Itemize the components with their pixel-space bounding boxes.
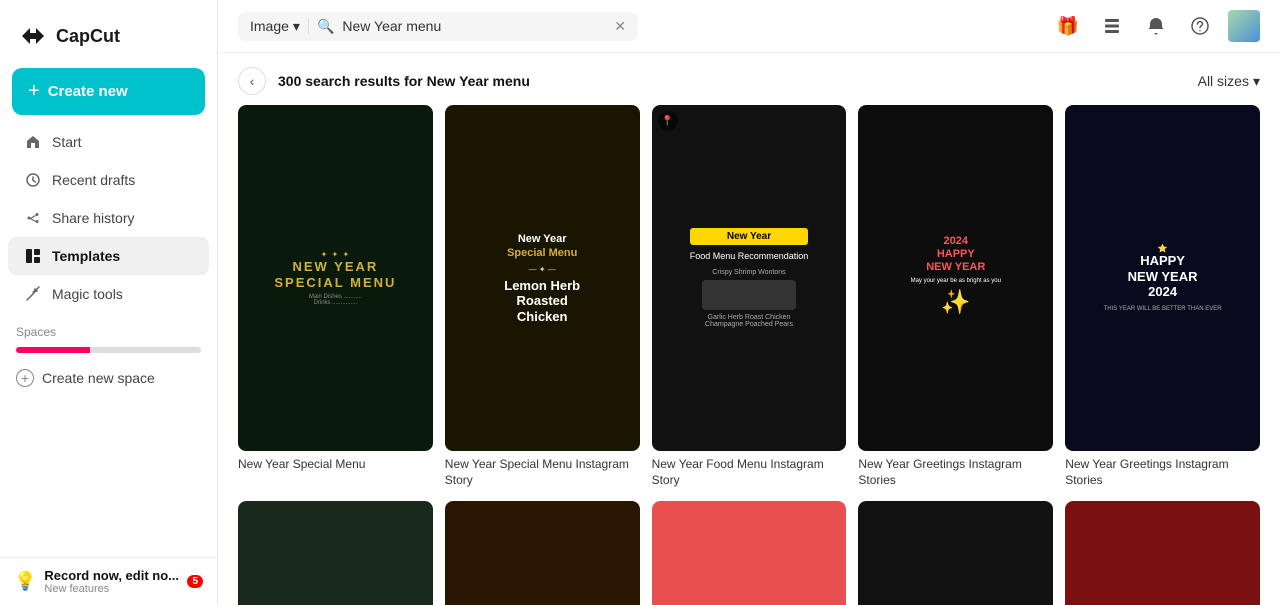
- bell-icon-button[interactable]: [1140, 10, 1172, 42]
- sidebar-item-magic[interactable]: Magic tools: [8, 275, 209, 313]
- notification-badge: 5: [187, 575, 203, 588]
- sidebar-item-magic-label: Magic tools: [52, 286, 123, 302]
- template-card-6[interactable]: 2024 HAPPYNEW YEAR 🎄 Happy New Year 2024: [238, 501, 433, 605]
- template-thumb-9: CAPCUT SHOP PRESENTS NEW YEARSALE: [858, 501, 1053, 605]
- home-icon: [24, 133, 42, 151]
- template-card-5[interactable]: ⭐ HAPPYNEW YEAR2024 THIS YEAR WILL BE BE…: [1065, 105, 1260, 489]
- results-count-text: 300 search results for New Year menu: [278, 73, 530, 89]
- sidebar-item-start[interactable]: Start: [8, 123, 209, 161]
- results-area: ‹ 300 search results for New Year menu A…: [218, 53, 1280, 605]
- notification-bulb-icon: 💡: [14, 571, 36, 592]
- template-label-2: New Year Special Menu Instagram Story: [445, 457, 640, 488]
- create-space-label: Create new space: [42, 370, 155, 386]
- template-card-2[interactable]: New YearSpecial Menu — ✦ — Lemon HerbRoa…: [445, 105, 640, 489]
- template-thumb-2: New YearSpecial Menu — ✦ — Lemon HerbRoa…: [445, 105, 640, 451]
- template-thumb-10: NEW YEARSPECIAL MENU Enjoy the Spectacul…: [1065, 501, 1260, 605]
- gift-icon-button[interactable]: 🎁: [1052, 10, 1084, 42]
- notification-content: Record now, edit no... New features: [44, 568, 179, 595]
- results-header: ‹ 300 search results for New Year menu A…: [238, 53, 1260, 105]
- create-new-label: Create new: [48, 83, 128, 100]
- sidebar-item-recent-label: Recent drafts: [52, 172, 135, 188]
- search-divider: [308, 18, 309, 34]
- chevron-down-icon: ▾: [293, 18, 300, 35]
- sidebar-item-templates-label: Templates: [52, 248, 120, 264]
- template-thumb-5: ⭐ HAPPYNEW YEAR2024 THIS YEAR WILL BE BE…: [1065, 105, 1260, 451]
- sidebar-item-share-label: Share history: [52, 210, 134, 226]
- notification-title: Record now, edit no...: [44, 568, 179, 583]
- template-card-8[interactable]: SUSHI BLISSBUNDLE 🍱 New Year Save 25% Of…: [652, 501, 847, 605]
- template-card-9[interactable]: CAPCUT SHOP PRESENTS NEW YEARSALE New Ye…: [858, 501, 1053, 605]
- size-filter-label: All sizes: [1198, 73, 1249, 89]
- pin-overlay-3: 📍: [658, 111, 678, 131]
- template-label-3: New Year Food Menu Instagram Story: [652, 457, 847, 488]
- stack-icon-button[interactable]: [1096, 10, 1128, 42]
- search-bar: Image ▾ 🔍 ✕: [238, 12, 638, 41]
- template-thumb-4: 2024HAPPYNEW YEAR May your year be as br…: [858, 105, 1053, 451]
- sidebar-item-templates[interactable]: Templates: [8, 237, 209, 275]
- size-filter-chevron-icon: ▾: [1253, 73, 1260, 90]
- template-thumb-3: 📍 New Year Food Menu Recommendation Cris…: [652, 105, 847, 451]
- capcut-logo-icon: [16, 20, 48, 52]
- user-avatar[interactable]: [1228, 10, 1260, 42]
- sidebar-item-start-label: Start: [52, 134, 82, 150]
- create-space-plus-icon: +: [16, 369, 34, 387]
- template-card-3[interactable]: 📍 New Year Food Menu Recommendation Cris…: [652, 105, 847, 489]
- template-thumb-6: 2024 HAPPYNEW YEAR 🎄: [238, 501, 433, 605]
- template-label-4: New Year Greetings Instagram Stories: [858, 457, 1053, 488]
- template-thumb-1: ✦ ✦ ✦ NEW YEARSPECIAL MENU Main Dishes .…: [238, 105, 433, 451]
- results-count: 300: [278, 73, 301, 89]
- magic-icon: [24, 285, 42, 303]
- share-icon: [24, 209, 42, 227]
- template-card-7[interactable]: NEW YEARSPECIAL Menu items... NEW YEAR S…: [445, 501, 640, 605]
- spaces-section-label: Spaces: [0, 313, 217, 343]
- search-clear-icon[interactable]: ✕: [614, 18, 626, 35]
- template-grid: ✦ ✦ ✦ NEW YEARSPECIAL MENU Main Dishes .…: [238, 105, 1260, 605]
- help-icon-button[interactable]: [1184, 10, 1216, 42]
- clock-icon: [24, 171, 42, 189]
- notification-banner[interactable]: 💡 Record now, edit no... New features 5: [0, 557, 217, 605]
- templates-icon: [24, 247, 42, 265]
- logo: CapCut: [0, 12, 217, 68]
- sidebar: CapCut + Create new Start Recent drafts …: [0, 0, 218, 605]
- header: Image ▾ 🔍 ✕ 🎁: [218, 0, 1280, 53]
- search-input[interactable]: [342, 18, 606, 34]
- search-glass-icon: 🔍: [317, 18, 334, 35]
- create-space-button[interactable]: + Create new space: [0, 361, 217, 395]
- template-card-10[interactable]: NEW YEARSPECIAL MENU Enjoy the Spectacul…: [1065, 501, 1260, 605]
- search-type-label: Image: [250, 18, 289, 34]
- create-new-button[interactable]: + Create new: [12, 68, 205, 115]
- template-thumb-7: NEW YEARSPECIAL Menu items...: [445, 501, 640, 605]
- search-type-button[interactable]: Image ▾: [250, 18, 300, 35]
- template-card-4[interactable]: 2024HAPPYNEW YEAR May your year be as br…: [858, 105, 1053, 489]
- results-query-value: New Year menu: [427, 73, 530, 89]
- size-filter-button[interactable]: All sizes ▾: [1198, 73, 1260, 90]
- main-content: Image ▾ 🔍 ✕ 🎁 ‹ 300 search results for N…: [218, 0, 1280, 605]
- space-usage-bar: [16, 347, 201, 353]
- results-query-label: search results for: [305, 73, 423, 89]
- sidebar-item-recent[interactable]: Recent drafts: [8, 161, 209, 199]
- template-thumb-8: SUSHI BLISSBUNDLE 🍱 New Year Save 25% Of…: [652, 501, 847, 605]
- template-label-5: New Year Greetings Instagram Stories: [1065, 457, 1260, 488]
- sidebar-item-share[interactable]: Share history: [8, 199, 209, 237]
- back-button[interactable]: ‹: [238, 67, 266, 95]
- template-card-1[interactable]: ✦ ✦ ✦ NEW YEARSPECIAL MENU Main Dishes .…: [238, 105, 433, 489]
- app-name: CapCut: [56, 26, 120, 47]
- plus-icon: +: [28, 80, 40, 103]
- template-label-1: New Year Special Menu: [238, 457, 433, 473]
- notification-subtitle: New features: [44, 583, 179, 595]
